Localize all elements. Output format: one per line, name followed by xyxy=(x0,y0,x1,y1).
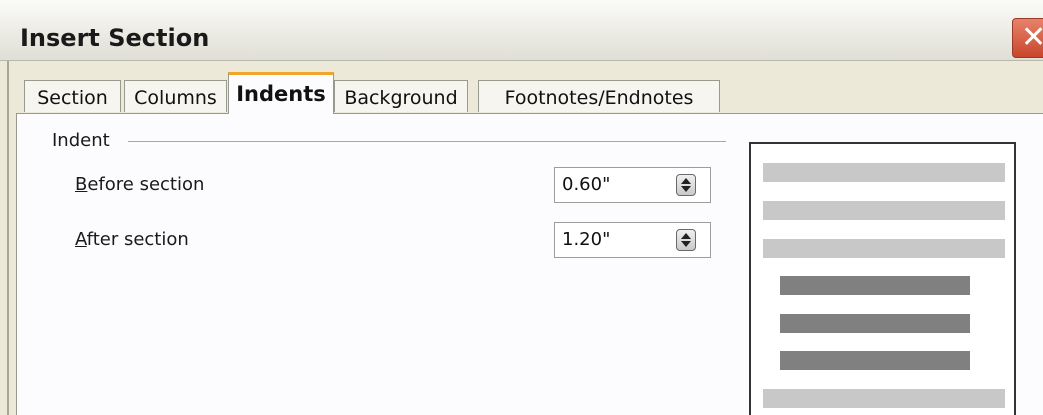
preview-line-full xyxy=(763,239,1005,258)
tab-label: Columns xyxy=(134,87,217,109)
tab-columns[interactable]: Columns xyxy=(124,80,227,112)
spin-arrows-icon[interactable] xyxy=(676,174,696,196)
indent-group-label: Indent xyxy=(52,130,110,151)
preview-line-indented xyxy=(780,351,970,370)
before-section-value[interactable]: 0.60" xyxy=(562,174,610,195)
close-icon: ✕ xyxy=(1021,20,1043,55)
dialog-title: Insert Section xyxy=(20,24,210,52)
tab-background[interactable]: Background xyxy=(334,80,468,112)
preview-line-indented xyxy=(780,276,970,295)
tab-label: Indents xyxy=(236,82,326,106)
after-section-label-text: fter section xyxy=(86,229,189,250)
preview-line-full xyxy=(763,201,1005,220)
after-section-label: After section xyxy=(75,229,189,250)
preview-line-full xyxy=(763,163,1005,182)
after-section-spinbox[interactable]: 1.20" xyxy=(554,222,711,258)
preview-line-full xyxy=(763,389,1005,408)
before-section-label: Before section xyxy=(75,174,204,195)
tab-indents[interactable]: Indents xyxy=(228,72,334,114)
tab-footnotes-endnotes[interactable]: Footnotes/Endnotes xyxy=(478,80,720,112)
insert-section-dialog: Insert Section ✕ Section Columns Indents… xyxy=(0,0,1043,415)
before-section-mnemonic: B xyxy=(75,174,88,195)
indent-group-separator xyxy=(128,141,726,142)
indent-preview xyxy=(749,142,1016,415)
before-section-label-text: efore section xyxy=(87,174,205,195)
after-section-value[interactable]: 1.20" xyxy=(562,229,610,250)
preview-line-indented xyxy=(780,314,970,333)
tab-section[interactable]: Section xyxy=(24,80,121,112)
after-section-mnemonic: A xyxy=(75,229,87,250)
close-button[interactable]: ✕ xyxy=(1012,18,1043,58)
spin-arrows-icon[interactable] xyxy=(676,229,696,251)
window-frame-left xyxy=(7,61,9,415)
tab-label: Section xyxy=(37,87,108,109)
before-section-spinbox[interactable]: 0.60" xyxy=(554,167,711,203)
tab-label: Footnotes/Endnotes xyxy=(504,87,694,109)
tab-label: Background xyxy=(344,87,458,109)
title-bar[interactable]: Insert Section ✕ xyxy=(0,0,1043,61)
